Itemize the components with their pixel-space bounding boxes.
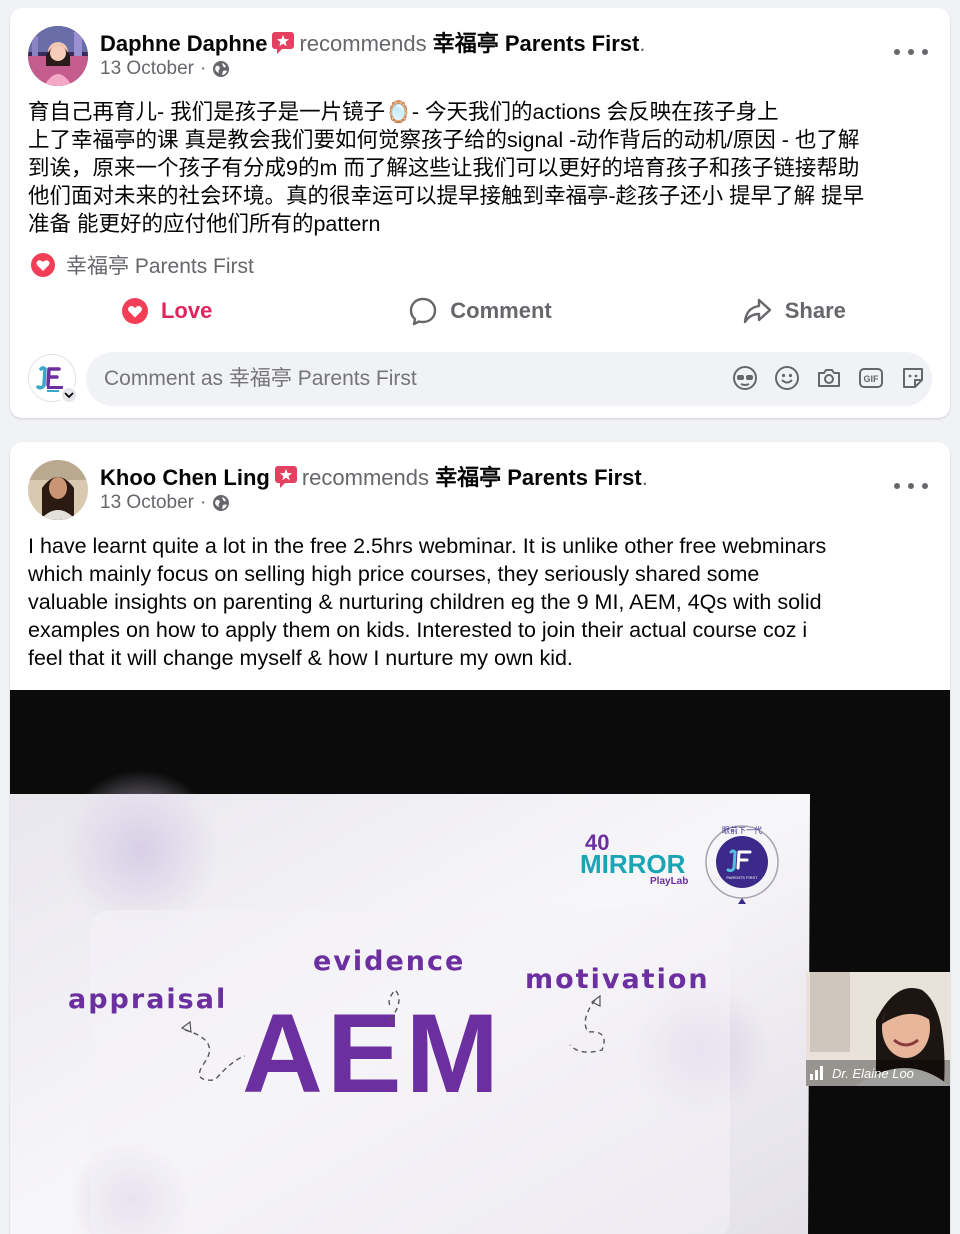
svg-text:GIF: GIF [864, 374, 880, 384]
word-motivation: motivation [525, 964, 710, 995]
comment-composer: GIF [10, 352, 950, 408]
love-button[interactable]: Love [10, 288, 323, 334]
love-label: Love [160, 298, 213, 323]
post-header: Khoo Chen Ling recommends 幸福亭 Parents Fir… [100, 465, 648, 490]
post-meta: 13 October · [100, 492, 230, 514]
page-name[interactable]: 幸福亭 Parents First [435, 465, 642, 490]
logo-sub: PlayLab [650, 876, 688, 887]
meta-separator: · [200, 492, 207, 513]
word-evidence: evidence [313, 946, 465, 977]
share-button[interactable]: Share [637, 288, 950, 334]
post-meta: 13 October · [100, 58, 230, 80]
big-word-aem: AEM [242, 991, 503, 1116]
comment-icon [410, 297, 437, 326]
avatar-sticker-icon[interactable] [732, 365, 758, 391]
meta-separator: · [200, 58, 207, 79]
gif-icon[interactable]: GIF [858, 365, 884, 391]
post-text-line: feel that it will change myself & how I … [28, 646, 573, 670]
post-card: Khoo Chen Ling recommends 幸福亭 Parents Fir… [10, 442, 950, 1234]
logo-text: MIRROR [580, 849, 686, 879]
love-icon [121, 298, 148, 324]
page-name[interactable]: 幸福亭 Parents First [433, 31, 640, 56]
share-label: Share [784, 298, 846, 323]
post-text-line: 准备 能更好的应付他们所有的pattern [28, 212, 381, 236]
emoji-icon[interactable] [774, 365, 800, 391]
post-text-line: which mainly focus on selling high price… [28, 562, 760, 586]
recommends-badge-icon [274, 466, 297, 488]
reaction-label: 幸福亭 Parents First [66, 255, 254, 278]
author-avatar[interactable] [28, 26, 88, 86]
post-header: Daphne Daphne recommends 幸福亭 Parents Firs… [100, 31, 646, 56]
comment-tools: GIF [732, 365, 926, 391]
post-text-line: valuable insights on parenting & nurturi… [28, 590, 822, 614]
pf-text: PARENTS FIRST [726, 875, 758, 880]
comment-label: Comment [450, 298, 552, 323]
author-name[interactable]: Daphne Daphne [100, 31, 267, 56]
post-text-line: examples on how to apply them on kids. I… [28, 618, 808, 642]
post-text-line: 到诶，原来一个孩子有分成9的m 而了解这些让我们可以更好的培育孩子和孩子链接帮助 [28, 156, 860, 180]
post-date[interactable]: 13 October [100, 58, 194, 80]
globe-icon [213, 61, 230, 77]
post-actions: Love Comment Share [10, 288, 950, 334]
post-text-line: 他们面对未来的社会环境。真的很幸运可以提早接触到幸福亭-趁孩子还小 提早了解 提… [28, 184, 865, 208]
word-appraisal: appraisal [68, 984, 227, 1015]
love-reaction-icon [31, 253, 55, 277]
globe-icon [213, 495, 230, 511]
post-text: 育自己再育儿- 我们是孩子是一片镜子🪞- 今天我们的actions 会反映在孩子… [28, 98, 933, 238]
post-photo[interactable]: 40 MIRROR PlayLab 眼前下一代 PARENTS FIRST ev… [10, 690, 950, 1234]
author-name[interactable]: Khoo Chen Ling [100, 465, 270, 490]
post-text-line: 上了幸福亭的课 真是教会我们要如何觉察孩子给的signal -动作背后的动机/原… [28, 128, 860, 152]
chevron-down-icon[interactable] [60, 386, 78, 404]
author-avatar[interactable] [28, 460, 88, 520]
post-text-line: I have learnt quite a lot in the free 2.… [28, 534, 827, 558]
recommends-badge-icon [272, 32, 295, 54]
reactions-summary[interactable]: 幸福亭 Parents First [30, 250, 254, 280]
share-icon [743, 298, 771, 324]
post-text-line: 育自己再育儿- 我们是孩子是一片镜子🪞- 今天我们的actions 会反映在孩子… [28, 100, 779, 124]
post-date[interactable]: 13 October [100, 492, 194, 514]
video-participant-name: Dr. Elaine Loo [832, 1066, 914, 1081]
sticker-icon[interactable] [900, 365, 926, 391]
pf-ring-text: 眼前下一代 [722, 825, 762, 835]
comment-button[interactable]: Comment [323, 288, 636, 334]
post-card: Daphne Daphne recommends 幸福亭 Parents Firs… [10, 8, 950, 418]
recommends-text: recommends [301, 465, 430, 490]
video-participant-tile: Dr. Elaine Loo [806, 972, 950, 1086]
recommends-text: recommends [299, 31, 427, 56]
post-text: I have learnt quite a lot in the free 2.… [28, 532, 933, 672]
more-options-icon[interactable] [894, 476, 928, 496]
camera-icon[interactable] [816, 365, 842, 391]
more-options-icon[interactable] [894, 42, 928, 62]
